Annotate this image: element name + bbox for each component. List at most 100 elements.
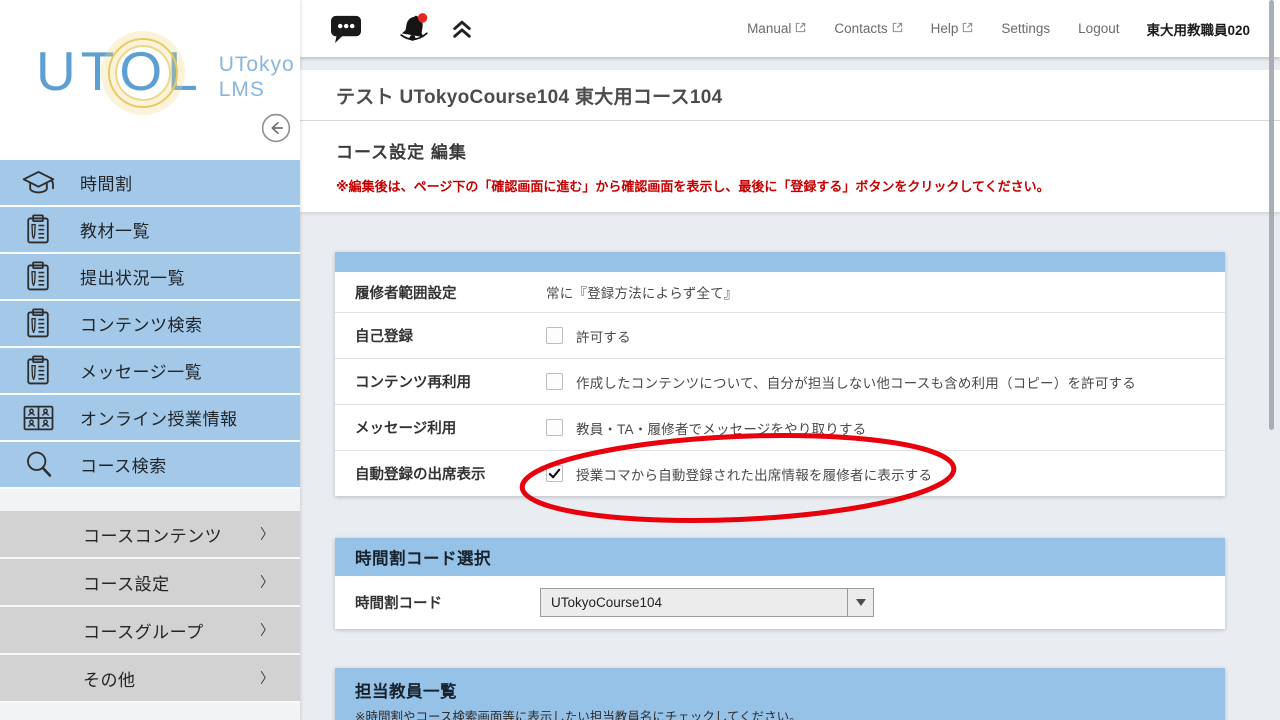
- sidebar-primary-menu: 時間割教材一覧提出状況一覧コンテンツ検索メッセージ一覧オンライン授業情報コース検…: [0, 160, 300, 489]
- topbar-link-manual[interactable]: Manual: [747, 21, 806, 36]
- external-link-icon: [962, 21, 973, 36]
- instructors-section-note: ※時間割やコース検索画面等に表示したい担当教員名にチェックしてください。: [355, 706, 1205, 720]
- collapse-sidebar-back-icon[interactable]: [261, 113, 291, 143]
- topbar-link-label: Settings: [1001, 21, 1050, 36]
- bell-icon[interactable]: [396, 11, 432, 47]
- setting-label: 自己登録: [335, 325, 540, 346]
- instructors-section-title: 担当教員一覧: [355, 678, 1205, 702]
- external-link-icon: [795, 21, 806, 36]
- logo-o-with-rings: O: [119, 44, 167, 99]
- clipboard-icon: [17, 307, 59, 341]
- clipboard-icon: [17, 260, 59, 294]
- setting-text: 授業コマから自動登録された出席情報を履修者に表示する: [576, 464, 932, 484]
- checkbox-self-registration[interactable]: [546, 327, 563, 344]
- sidebar-item-label: 時間割: [80, 170, 133, 195]
- setting-row-content-reuse: コンテンツ再利用 作成したコンテンツについて、自分が担当しない他コースも含め利用（…: [335, 358, 1225, 404]
- checkbox-message-use[interactable]: [546, 419, 563, 436]
- sidebar-item-label: オンライン授業情報: [80, 405, 238, 430]
- sidebar-item-content-search[interactable]: コンテンツ検索: [0, 301, 300, 348]
- chevron-right-icon: 〉: [260, 668, 274, 688]
- sidebar-item-course-groups[interactable]: コースグループ 〉: [0, 607, 300, 655]
- search-icon: [17, 448, 59, 481]
- checkbox-content-reuse[interactable]: [546, 373, 563, 390]
- setting-label: コンテンツ再利用: [335, 371, 540, 392]
- clipboard-icon: [17, 213, 59, 247]
- setting-row-enrollee-scope: 履修者範囲設定常に『登録方法によらず全て』: [335, 272, 1225, 312]
- topbar-link-logout[interactable]: Logout: [1078, 21, 1119, 36]
- user-name[interactable]: 東大用教職員020: [1146, 19, 1250, 39]
- sidebar-item-label: コース設定: [83, 570, 170, 595]
- setting-value: 授業コマから自動登録された出席情報を履修者に表示する: [540, 464, 932, 484]
- section-title: コース設定 編集: [336, 138, 1244, 163]
- setting-row-auto-attendance-display: 自動登録の出席表示 授業コマから自動登録された出席情報を履修者に表示する: [335, 450, 1225, 496]
- sidebar-item-others[interactable]: その他 〉: [0, 655, 300, 703]
- setting-value: 常に『登録方法によらず全て』: [540, 282, 738, 302]
- sidebar-item-label: その他: [83, 666, 136, 691]
- collapse-icon[interactable]: [451, 19, 473, 39]
- chevron-right-icon: 〉: [260, 524, 274, 544]
- sidebar-item-label: 提出状況一覧: [80, 264, 185, 289]
- sidebar-item-messages[interactable]: メッセージ一覧: [0, 348, 300, 395]
- chevron-right-icon: 〉: [260, 620, 274, 640]
- page-title: テスト UTokyoCourse104 東大用コース104: [300, 70, 1280, 121]
- topbar-link-contacts[interactable]: Contacts: [834, 21, 902, 36]
- setting-value: 許可する: [540, 326, 631, 346]
- sidebar-menu-divider: [0, 489, 300, 511]
- instructors-section-header: 担当教員一覧 ※時間割やコース検索画面等に表示したい担当教員名にチェックしてくだ…: [335, 668, 1225, 720]
- timetable-code-row: 時間割コード UTokyoCourse104: [335, 576, 1225, 629]
- timetable-code-section: 時間割コード選択 時間割コード UTokyoCourse104: [335, 538, 1225, 629]
- sidebar-item-submissions[interactable]: 提出状況一覧: [0, 254, 300, 301]
- topbar-link-help[interactable]: Help: [931, 21, 974, 36]
- sidebar-item-course-search[interactable]: コース検索: [0, 442, 300, 489]
- content-area: テスト UTokyoCourse104 東大用コース104 コース設定 編集 ※…: [300, 57, 1280, 720]
- topbar-links: Manual Contacts Help Settings Logout: [719, 21, 1119, 36]
- notification-badge: [418, 13, 427, 22]
- topbar: Manual Contacts Help Settings Logout 東大用教職員0…: [300, 0, 1280, 57]
- settings-rows: 履修者範囲設定常に『登録方法によらず全て』自己登録 許可するコンテンツ再利用 作成し…: [335, 272, 1225, 496]
- dropdown-arrow-icon[interactable]: [847, 589, 873, 616]
- utol-logo[interactable]: UTOL UTokyo LMS: [36, 44, 295, 102]
- setting-value: 作成したコンテンツについて、自分が担当しない他コースも含め利用（コピー）を許可す…: [540, 372, 1136, 392]
- timetable-code-label: 時間割コード: [335, 592, 540, 613]
- setting-text: 許可する: [576, 326, 631, 346]
- setting-label: 履修者範囲設定: [335, 282, 540, 303]
- sidebar-item-label: コースグループ: [83, 618, 204, 643]
- sidebar-item-materials[interactable]: 教材一覧: [0, 207, 300, 254]
- sidebar-item-course-contents[interactable]: コースコンテンツ 〉: [0, 511, 300, 559]
- chat-icon[interactable]: [330, 13, 363, 44]
- instructors-section: 担当教員一覧 ※時間割やコース検索画面等に表示したい担当教員名にチェックしてくだ…: [335, 668, 1225, 720]
- sidebar-item-label: メッセージ一覧: [80, 358, 202, 383]
- setting-label: 自動登録の出席表示: [335, 463, 540, 484]
- setting-row-self-registration: 自己登録 許可する: [335, 312, 1225, 358]
- vertical-scrollbar[interactable]: [1269, 0, 1274, 430]
- setting-text: 教員・TA・履修者でメッセージをやり取りする: [576, 418, 866, 438]
- sidebar-item-label: コース検索: [80, 452, 167, 477]
- checkbox-auto-attendance-display[interactable]: [546, 465, 563, 482]
- timetable-section-title: 時間割コード選択: [335, 538, 1225, 576]
- timetable-code-select[interactable]: UTokyoCourse104: [540, 588, 874, 617]
- sidebar-item-label: 教材一覧: [80, 217, 150, 242]
- title-band: テスト UTokyoCourse104 東大用コース104 コース設定 編集 ※…: [300, 70, 1280, 212]
- logo-area: UTOL UTokyo LMS: [0, 0, 300, 160]
- logo-text: UTOL: [36, 44, 203, 99]
- setting-label: メッセージ利用: [335, 417, 540, 438]
- sidebar-item-label: コンテンツ検索: [80, 311, 203, 336]
- chevron-right-icon: 〉: [260, 572, 274, 592]
- external-link-icon: [892, 21, 903, 36]
- topbar-link-settings[interactable]: Settings: [1001, 21, 1050, 36]
- topbar-link-label: Manual: [747, 21, 791, 36]
- edit-instructions-note: ※編集後は、ページ下の「確認画面に進む」から確認画面を表示し、最後に「登録する」…: [336, 176, 1244, 195]
- setting-text: 常に『登録方法によらず全て』: [546, 282, 738, 302]
- sidebar-item-timetable[interactable]: 時間割: [0, 160, 300, 207]
- main-area: Manual Contacts Help Settings Logout 東大用教職員0…: [300, 0, 1280, 720]
- sidebar-item-course-settings[interactable]: コース設定 〉: [0, 559, 300, 607]
- course-settings-table: 履修者範囲設定常に『登録方法によらず全て』自己登録 許可するコンテンツ再利用 作成し…: [335, 252, 1225, 496]
- setting-text: 作成したコンテンツについて、自分が担当しない他コースも含め利用（コピー）を許可す…: [576, 372, 1136, 392]
- cap-icon: [17, 167, 59, 199]
- utol-app: UTOL UTokyo LMS 時間割教材一覧提出状況一覧コンテンツ検索メッセー…: [0, 0, 1280, 720]
- clipboard-icon: [17, 354, 59, 388]
- logo-subtitle: UTokyo LMS: [219, 44, 295, 102]
- sidebar-item-label: コースコンテンツ: [83, 522, 222, 547]
- sidebar-item-online-class[interactable]: オンライン授業情報: [0, 395, 300, 442]
- setting-row-message-use: メッセージ利用 教員・TA・履修者でメッセージをやり取りする: [335, 404, 1225, 450]
